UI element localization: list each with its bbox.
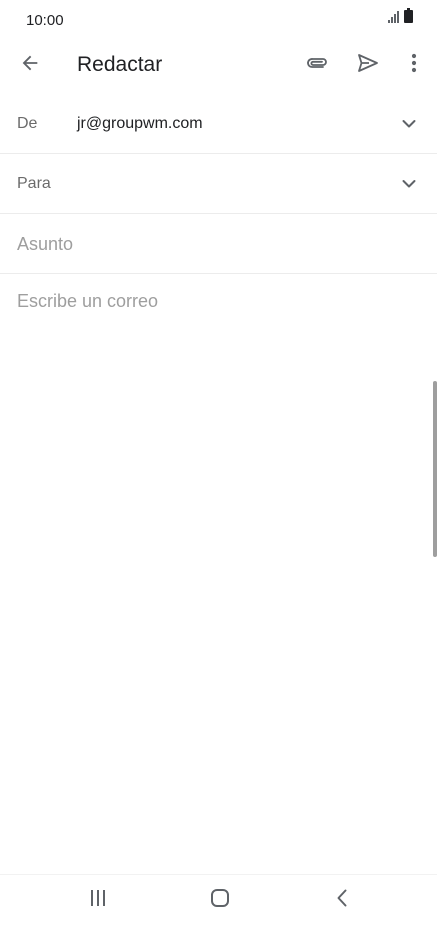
recents-button[interactable] — [76, 883, 120, 917]
recents-icon — [89, 889, 107, 912]
arrow-left-icon — [19, 52, 41, 79]
chevron-down-icon[interactable] — [399, 174, 419, 194]
back-icon — [334, 888, 350, 913]
page-title: Redactar — [77, 53, 163, 76]
nav-back-button[interactable] — [320, 883, 364, 917]
to-label: Para — [17, 175, 51, 192]
from-field[interactable]: De jr@groupwm.com — [0, 94, 437, 154]
from-label: De — [17, 115, 38, 132]
more-vertical-icon — [411, 53, 417, 78]
subject-placeholder: Asunto — [17, 234, 74, 254]
status-time: 10:00 — [26, 12, 64, 29]
subject-field[interactable]: Asunto — [0, 214, 437, 274]
status-bar: 10:00 — [0, 0, 437, 42]
app-bar: Redactar — [0, 42, 437, 88]
signal-icon — [388, 10, 400, 28]
battery-icon — [404, 8, 413, 28]
send-button[interactable] — [348, 45, 388, 85]
send-icon — [356, 51, 380, 80]
more-options-button[interactable] — [394, 45, 434, 85]
paperclip-icon — [304, 50, 330, 81]
back-button[interactable] — [10, 45, 50, 85]
email-body-input[interactable]: Escribe un correo — [0, 274, 437, 874]
status-icons — [388, 8, 413, 28]
to-field[interactable]: Para — [0, 154, 437, 214]
scroll-indicator[interactable] — [433, 381, 437, 557]
body-placeholder: Escribe un correo — [17, 291, 159, 311]
chevron-down-icon[interactable] — [399, 114, 419, 134]
system-nav-bar — [0, 874, 437, 925]
attach-button[interactable] — [297, 45, 337, 85]
from-value: jr@groupwm.com — [77, 115, 203, 132]
home-icon — [210, 888, 230, 913]
home-button[interactable] — [198, 883, 242, 917]
